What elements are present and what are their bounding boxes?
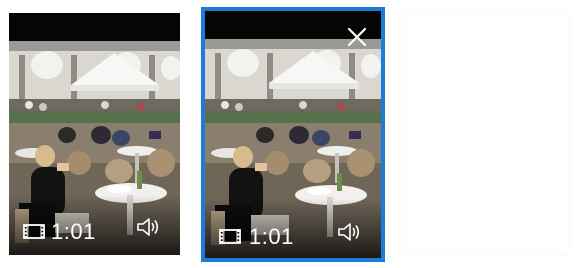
speaker-icon (137, 218, 159, 236)
film-icon (219, 229, 241, 244)
film-icon (23, 224, 45, 239)
video-thumbnail-1[interactable]: 1:01 (9, 13, 180, 255)
video-duration: 1:01 (249, 224, 294, 249)
video-thumbnail-2-selected[interactable]: 1:01 (201, 7, 385, 262)
video-thumbnail-strip: 1:01 1:01 (0, 0, 577, 268)
video-duration: 1:01 (51, 219, 96, 244)
empty-slot (403, 13, 569, 253)
close-icon[interactable] (343, 23, 371, 51)
speaker-icon (338, 223, 360, 241)
